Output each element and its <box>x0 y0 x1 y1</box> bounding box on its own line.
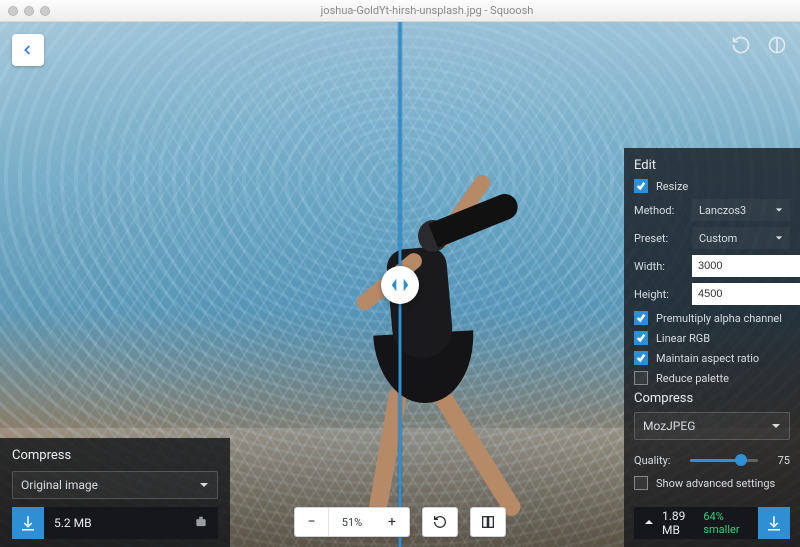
window-controls[interactable] <box>8 6 50 16</box>
contrast-icon[interactable] <box>766 34 788 56</box>
left-download-button[interactable] <box>12 507 44 539</box>
maintain-aspect-checkbox[interactable]: Maintain aspect ratio <box>634 351 790 365</box>
zoom-out-button[interactable]: − <box>295 508 329 536</box>
method-label: Method: <box>634 204 684 217</box>
left-filesize: 5.2 MB <box>54 516 92 530</box>
left-encoder-value: Original image <box>21 478 98 492</box>
right-edit-panel: Edit Resize Method: Lanczos3 Preset: Cus… <box>624 148 800 547</box>
right-smaller: 64% smaller <box>703 510 748 536</box>
flip-button[interactable] <box>471 508 505 536</box>
rotate-icon[interactable] <box>730 34 752 56</box>
window-title: joshua-GoldYt-hirsh-unsplash.jpg - Squoo… <box>62 4 792 17</box>
quality-value: 75 <box>766 454 790 467</box>
left-panel-heading: Compress <box>12 448 218 463</box>
resize-checkbox[interactable]: Resize <box>634 179 790 193</box>
resize-label: Resize <box>656 180 688 193</box>
image-compare-canvas[interactable]: Compress Original image 5.2 MB Edit Resi <box>0 22 800 547</box>
compare-handle[interactable] <box>381 266 419 304</box>
encoder-value: MozJPEG <box>643 419 695 433</box>
width-input[interactable] <box>692 255 800 277</box>
left-compress-panel: Compress Original image 5.2 MB <box>0 438 230 547</box>
left-encoder-select[interactable]: Original image <box>12 471 218 499</box>
left-filesize-bar: 5.2 MB <box>44 507 218 539</box>
right-filesize: 1.89 MB <box>662 509 695 537</box>
left-info-icon[interactable] <box>194 515 208 532</box>
advanced-settings-label: Show advanced settings <box>656 477 775 490</box>
reduce-palette-label: Reduce palette <box>656 372 729 385</box>
preset-select[interactable]: Custom <box>692 227 790 249</box>
premultiply-label: Premultiply alpha channel <box>656 312 782 325</box>
linear-rgb-label: Linear RGB <box>656 332 710 345</box>
method-select[interactable]: Lanczos3 <box>692 199 790 221</box>
linear-rgb-checkbox[interactable]: Linear RGB <box>634 331 790 345</box>
zoom-level[interactable]: 51% <box>329 508 375 536</box>
width-label: Width: <box>634 260 684 273</box>
quality-label: Quality: <box>634 454 682 467</box>
back-button[interactable] <box>12 34 44 66</box>
zoom-in-button[interactable]: + <box>375 508 409 536</box>
quality-slider[interactable] <box>690 450 758 470</box>
advanced-settings-checkbox[interactable]: Show advanced settings <box>634 476 790 490</box>
height-input[interactable] <box>692 283 800 305</box>
right-filesize-bar: 1.89 MB 64% smaller <box>634 507 758 539</box>
rotate-button[interactable] <box>423 508 457 536</box>
preset-label: Preset: <box>634 232 684 245</box>
encoder-select[interactable]: MozJPEG <box>634 412 790 440</box>
compress-heading: Compress <box>634 391 790 406</box>
maintain-aspect-label: Maintain aspect ratio <box>656 352 759 365</box>
right-download-button[interactable] <box>758 507 790 539</box>
edit-heading: Edit <box>634 158 790 173</box>
zoom-toolbar: − 51% + <box>294 507 506 537</box>
premultiply-checkbox[interactable]: Premultiply alpha channel <box>634 311 790 325</box>
down-arrow-icon <box>644 516 654 530</box>
height-label: Height: <box>634 288 684 301</box>
window-titlebar: joshua-GoldYt-hirsh-unsplash.jpg - Squoo… <box>0 0 800 22</box>
reduce-palette-checkbox[interactable]: Reduce palette <box>634 371 790 385</box>
